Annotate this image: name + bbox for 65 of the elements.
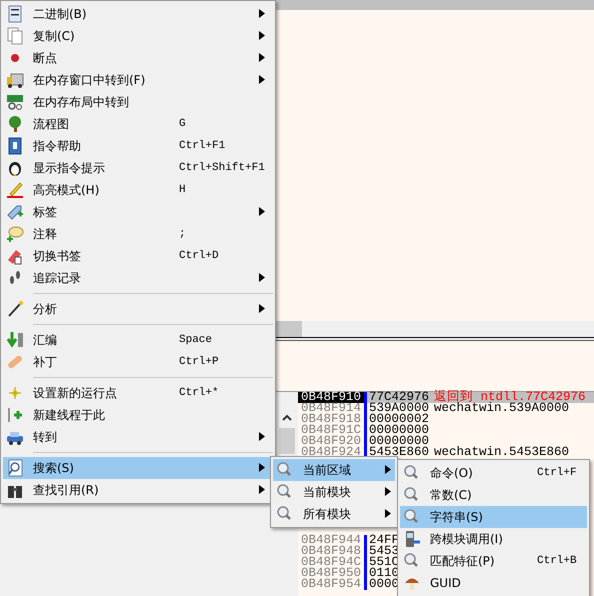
stack-address: 0B48F918	[300, 414, 362, 425]
menu-item[interactable]: 转到	[3, 426, 273, 448]
stack-address: 0B48F94C	[300, 557, 362, 568]
menu-item[interactable]: 在内存窗口中转到(F)	[3, 69, 273, 91]
stack-address: 0B48F910	[298, 392, 364, 403]
stack-address: 0B48F920	[300, 436, 362, 447]
phone-icon	[403, 530, 421, 548]
tree-icon	[6, 115, 24, 133]
truck-icon	[6, 71, 24, 89]
stack-comment: wechatwin.539A0000	[433, 403, 570, 414]
memory-chip-icon	[6, 93, 24, 111]
binary-icon	[6, 5, 24, 23]
menu-item[interactable]: 标签	[3, 201, 273, 223]
thread-add-icon	[6, 406, 24, 424]
stack-address: 0B48F948	[300, 546, 362, 557]
stack-address: 0B48F944	[300, 535, 362, 546]
menu-item[interactable]: 指令帮助 Ctrl+F1	[3, 135, 273, 157]
stack-address: 0B48F954	[300, 579, 362, 590]
stack-value: 00000000	[364, 436, 432, 447]
menu-item[interactable]: 断点	[3, 47, 273, 69]
menu-item[interactable]: 新建线程于此	[3, 404, 273, 426]
menu-item[interactable]: 补丁 Ctrl+P	[3, 351, 273, 373]
menu-item[interactable]: 汇编 Space	[3, 329, 273, 351]
search-icon	[6, 459, 24, 477]
stack-value: 00000000	[364, 425, 432, 436]
comment-add-icon	[6, 225, 24, 243]
menu-item[interactable]: 追踪记录	[3, 267, 273, 289]
stack-comment: 返回到 ntdll.77C42976	[432, 392, 594, 403]
menu-item[interactable]: 当前模块	[273, 481, 395, 503]
stack-value: 00000002	[364, 414, 432, 425]
menu-item[interactable]: 复制(C)	[3, 25, 273, 47]
menu-item[interactable]: 字符串(S)	[400, 506, 587, 528]
menu-item[interactable]: 二进制(B)	[3, 3, 273, 25]
menu-item[interactable]: 常数(C)	[400, 484, 587, 506]
stack-address: 0B48F91C	[300, 425, 362, 436]
stack-comment: wechatwin.5453E860	[433, 447, 570, 458]
tag-add-icon	[6, 203, 24, 221]
spark-icon	[6, 384, 24, 402]
menu-item[interactable]: 显示指令提示 Ctrl+Shift+F1	[3, 157, 273, 179]
copy-icon	[6, 27, 24, 45]
stack-value: 77C42976	[364, 392, 432, 403]
magic-wand-icon	[6, 300, 24, 318]
scrollbar-thumb[interactable]	[279, 428, 295, 454]
scrollbar-thumb[interactable]	[276, 321, 302, 337]
stack-address: 0B48F914	[300, 403, 362, 414]
download-arrow-icon	[6, 331, 24, 349]
menu-item[interactable]: 在内存布局中转到	[3, 91, 273, 113]
stack-address: 0B48F924	[300, 447, 362, 458]
stack-address: 0B48F950	[300, 568, 362, 579]
menu-item[interactable]: 切换书签 Ctrl+D	[3, 245, 273, 267]
menu-item[interactable]: 查找引用(R)	[3, 479, 273, 501]
menu-item[interactable]: 设置新的运行点 Ctrl+*	[3, 382, 273, 404]
menu-item[interactable]: 当前区域	[273, 459, 395, 481]
menu-item[interactable]: 搜索(S)	[3, 457, 273, 479]
menu-item[interactable]: 流程图 G	[3, 113, 273, 135]
menu-item[interactable]: 注释 ;	[3, 223, 273, 245]
bookmark-icon	[6, 247, 24, 265]
help-book-icon	[6, 137, 24, 155]
menu-item[interactable]: 命令(O) Ctrl+F	[400, 462, 587, 484]
highlighter-icon	[6, 181, 24, 199]
stack-value: 539A0000	[364, 403, 432, 414]
penguin-icon	[6, 159, 24, 177]
menu-item[interactable]: 分析	[3, 298, 273, 320]
menu-item[interactable]: 所有模块	[273, 503, 395, 525]
menu-item[interactable]: 高亮模式(H) H	[3, 179, 273, 201]
